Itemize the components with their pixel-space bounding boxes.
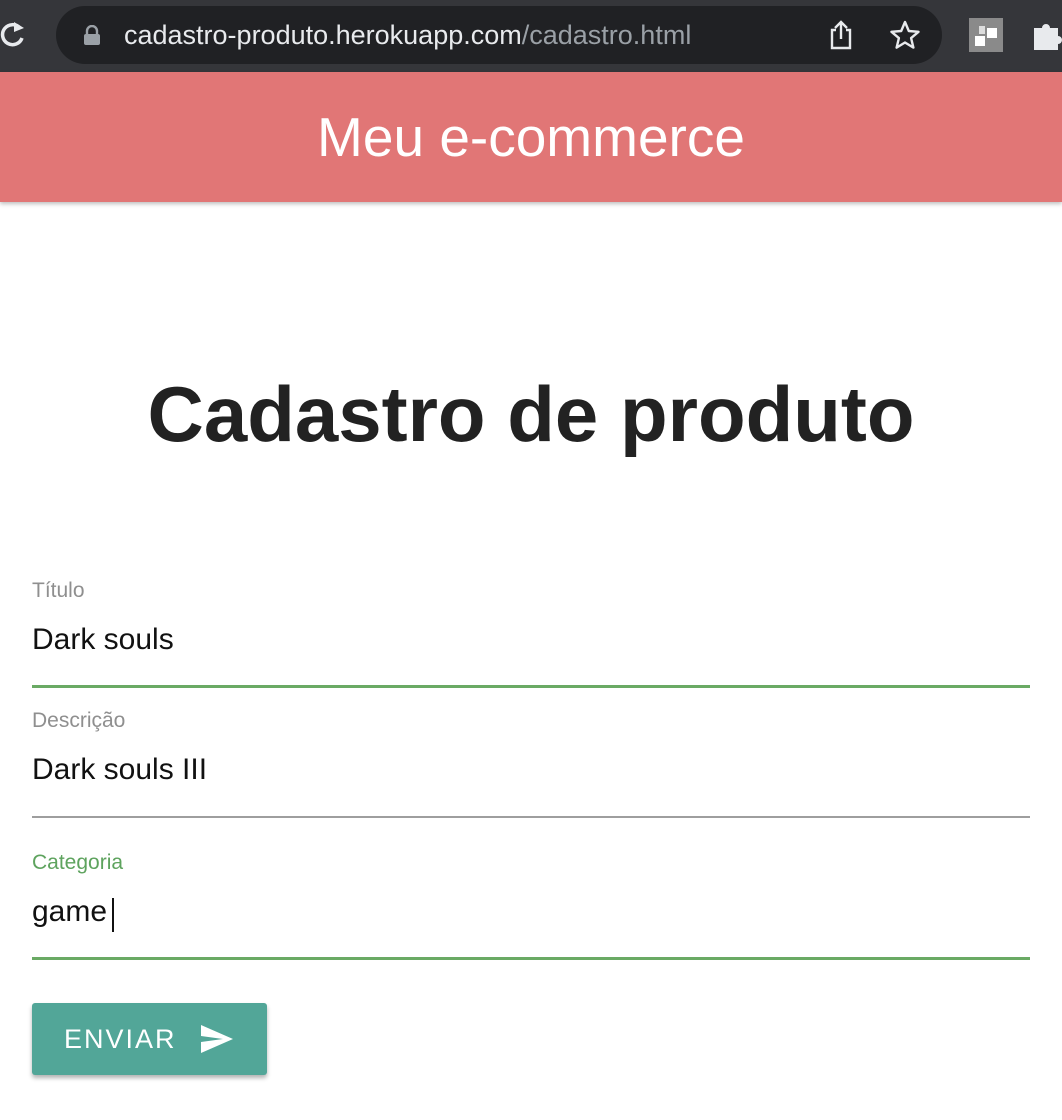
description-field: Descrição [32, 708, 1030, 820]
app-header: Meu e-commerce [0, 72, 1062, 202]
url-path: /cadastro.html [521, 20, 692, 50]
share-icon[interactable] [828, 20, 854, 50]
description-underline [32, 816, 1030, 818]
text-cursor [112, 898, 114, 932]
submit-button[interactable]: ENVIAR [32, 1003, 267, 1075]
extension-icon[interactable] [969, 18, 1003, 52]
title-underline [32, 685, 1030, 688]
address-bar[interactable]: cadastro-produto.herokuapp.com/cadastro.… [56, 6, 942, 64]
app-title: Meu e-commerce [317, 106, 745, 168]
lock-icon[interactable] [83, 24, 101, 45]
url-host: cadastro-produto.herokuapp.com [124, 20, 522, 50]
submit-label: ENVIAR [64, 1024, 177, 1054]
star-icon[interactable] [890, 20, 920, 50]
description-label: Descrição [32, 709, 126, 732]
title-label: Título [32, 579, 85, 602]
send-icon [200, 1024, 234, 1054]
category-underline [32, 957, 1030, 960]
category-field: Categoria [32, 850, 1030, 964]
url-text[interactable]: cadastro-produto.herokuapp.com/cadastro.… [124, 16, 691, 54]
category-label: Categoria [32, 851, 124, 874]
reload-icon[interactable] [0, 18, 26, 52]
puzzle-icon[interactable] [1032, 18, 1062, 52]
title-input[interactable] [32, 618, 1030, 662]
description-input[interactable] [32, 748, 1030, 792]
page-title: Cadastro de produto [147, 370, 915, 458]
browser-toolbar: cadastro-produto.herokuapp.com/cadastro.… [0, 0, 1062, 72]
category-input[interactable] [32, 890, 1030, 934]
title-field: Título [32, 578, 1030, 690]
